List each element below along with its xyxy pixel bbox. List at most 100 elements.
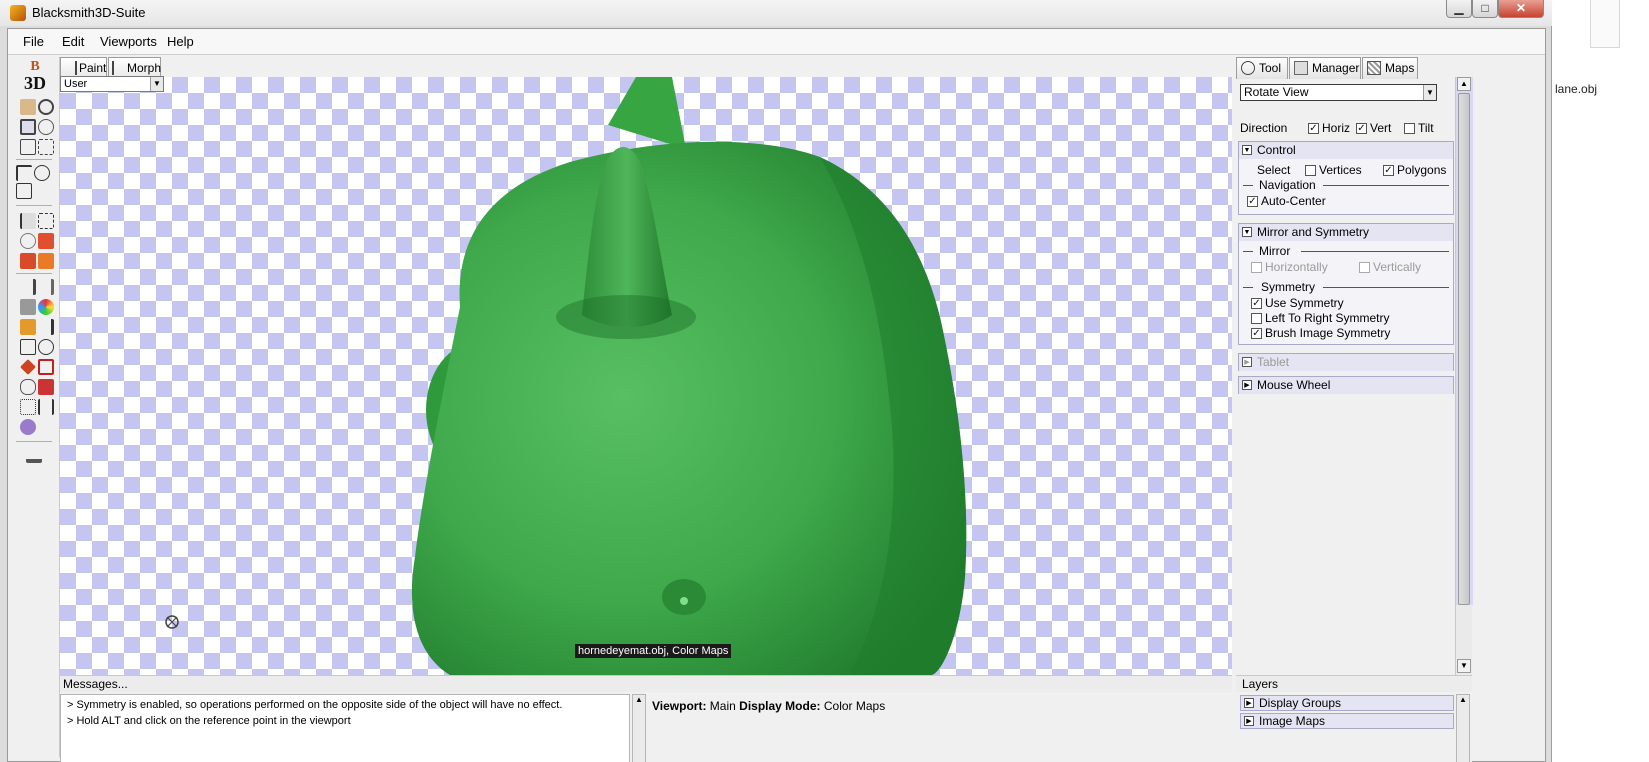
erase-mask-icon[interactable]	[38, 253, 54, 269]
select-label: Select	[1257, 163, 1291, 177]
use-symmetry-checkbox[interactable]: ✓	[1251, 298, 1262, 309]
blacksmith-logo: B 3D	[17, 59, 53, 93]
eraser-icon[interactable]	[20, 379, 36, 395]
anvil-icon[interactable]	[26, 447, 42, 463]
message-line: > Hold ALT and click on the reference po…	[67, 715, 351, 727]
expand-icon[interactable]: ▶	[1244, 716, 1254, 726]
vertically-checkbox[interactable]	[1359, 262, 1370, 273]
maps-icon	[1367, 61, 1381, 75]
color-wheel-icon[interactable]	[38, 299, 54, 315]
control-section: ▼ Control Select Vertices ✓ Polygons Nav…	[1238, 141, 1454, 215]
rotate-view-icon[interactable]	[20, 119, 36, 135]
select-arrow-icon[interactable]	[20, 213, 36, 229]
toolbar-divider	[16, 441, 52, 442]
frame-icon[interactable]	[20, 139, 36, 155]
view-select[interactable]: User ▼	[60, 76, 164, 92]
zoom-icon[interactable]	[38, 99, 54, 115]
polygons-checkbox[interactable]: ✓	[1383, 165, 1394, 176]
tool-icon	[1241, 61, 1255, 75]
tab-tool[interactable]: Tool	[1236, 57, 1288, 79]
tool-select[interactable]: Rotate View ▼	[1240, 84, 1437, 101]
left-to-right-checkbox[interactable]	[1251, 313, 1262, 324]
smudge-icon[interactable]	[20, 299, 36, 315]
scroll-up-icon[interactable]: ▲	[1457, 77, 1471, 91]
control-header[interactable]: ▼ Control	[1239, 142, 1453, 159]
expand-icon[interactable]: ▶	[1242, 380, 1252, 390]
tab-maps-label: Maps	[1385, 61, 1415, 75]
desktop-file-label[interactable]: lane.obj	[1555, 82, 1597, 96]
airbrush-icon[interactable]	[38, 279, 54, 295]
horiz-checkbox[interactable]: ✓	[1308, 123, 1319, 134]
group-divider	[1243, 251, 1253, 252]
etc-brush-icon[interactable]	[38, 319, 54, 335]
title-bar: Blacksmith3D-Suite ▁ □ ✕	[0, 0, 1552, 26]
client-area: File Edit Viewports Help B 3D Paint Morp…	[7, 28, 1546, 762]
expand-icon[interactable]: ▶	[1244, 698, 1254, 708]
messages-scrollbar[interactable]: ▲	[632, 694, 646, 762]
group-divider	[1323, 185, 1449, 186]
pattern-icon[interactable]	[20, 399, 36, 415]
scale-icon[interactable]	[16, 183, 32, 199]
3d-viewport[interactable]: hornedeyemat.obj, Color Maps	[60, 77, 1232, 675]
menu-edit[interactable]: Edit	[62, 34, 84, 49]
close-button[interactable]: ✕	[1498, 0, 1544, 18]
rotate-object-icon[interactable]	[34, 165, 50, 181]
app-window: Blacksmith3D-Suite ▁ □ ✕ File Edit Viewp…	[0, 0, 1552, 762]
horizontally-label: Horizontally	[1265, 260, 1328, 274]
ruler-icon[interactable]	[38, 399, 54, 415]
panel-scrollbar[interactable]: ▲ ▼	[1455, 77, 1473, 675]
maximize-button[interactable]: □	[1472, 0, 1498, 18]
pan-hand-icon[interactable]	[20, 99, 36, 115]
direction-label: Direction	[1240, 121, 1288, 135]
layer-image-maps[interactable]: ▶ Image Maps	[1240, 713, 1454, 729]
brush-icon[interactable]	[20, 279, 36, 295]
minimize-button[interactable]: ▁	[1446, 0, 1472, 18]
shape-icon[interactable]	[20, 339, 36, 355]
stamp-icon[interactable]	[20, 359, 36, 375]
layers-scrollbar[interactable]: ▲	[1456, 694, 1470, 762]
collapse-icon[interactable]: ▼	[1242, 227, 1252, 237]
fill-icon[interactable]	[20, 319, 36, 335]
rect-select-icon[interactable]	[38, 213, 54, 229]
scrollbar-thumb[interactable]	[1458, 93, 1470, 605]
tablet-header[interactable]: ▶ Tablet	[1239, 354, 1453, 371]
clone-icon[interactable]	[38, 359, 54, 375]
group-divider	[1323, 287, 1449, 288]
control-title: Control	[1257, 143, 1296, 157]
paint-select-icon[interactable]	[38, 233, 54, 249]
vertices-checkbox[interactable]	[1305, 165, 1316, 176]
vert-checkbox[interactable]: ✓	[1356, 123, 1367, 134]
orbit-icon[interactable]	[38, 119, 54, 135]
eyedropper-icon[interactable]	[38, 379, 54, 395]
auto-center-checkbox[interactable]: ✓	[1247, 196, 1258, 207]
menu-help[interactable]: Help	[167, 34, 194, 49]
collapse-icon[interactable]: ▼	[1242, 145, 1252, 155]
horizontally-checkbox[interactable]	[1251, 262, 1262, 273]
lasso-icon[interactable]	[20, 233, 36, 249]
menu-viewports[interactable]: Viewports	[100, 34, 157, 49]
left-to-right-label: Left To Right Symmetry	[1265, 311, 1390, 325]
mirror-symmetry-section: ▼ Mirror and Symmetry Mirror Horizontall…	[1238, 223, 1454, 345]
brush-image-checkbox[interactable]: ✓	[1251, 328, 1262, 339]
mirror-symmetry-header[interactable]: ▼ Mirror and Symmetry	[1239, 224, 1453, 241]
chevron-down-icon[interactable]: ▼	[1423, 85, 1436, 100]
layer-display-groups[interactable]: ▶ Display Groups	[1240, 695, 1454, 711]
mouse-wheel-header[interactable]: ▶ Mouse Wheel	[1239, 377, 1453, 394]
move-icon[interactable]	[16, 165, 32, 181]
tilt-checkbox[interactable]	[1404, 123, 1415, 134]
morph-hammer-icon	[112, 61, 125, 75]
fit-icon[interactable]	[38, 139, 54, 155]
curve-icon[interactable]	[38, 339, 54, 355]
desktop-file-icon[interactable]	[1590, 0, 1620, 48]
tab-maps[interactable]: Maps	[1362, 57, 1418, 79]
chevron-down-icon[interactable]: ▼	[150, 77, 163, 91]
menu-file[interactable]: File	[23, 34, 44, 49]
auto-center-label: Auto-Center	[1261, 194, 1326, 208]
scroll-down-icon[interactable]: ▼	[1457, 659, 1471, 673]
mask-brush-icon[interactable]	[20, 253, 36, 269]
project-icon[interactable]	[20, 419, 36, 435]
expand-icon[interactable]: ▶	[1242, 357, 1252, 367]
mirror-label: Mirror	[1259, 244, 1291, 258]
tool-panel: Tool Manager Maps Rotate View ▼ Directio…	[1234, 57, 1454, 675]
tab-manager[interactable]: Manager	[1289, 57, 1361, 79]
